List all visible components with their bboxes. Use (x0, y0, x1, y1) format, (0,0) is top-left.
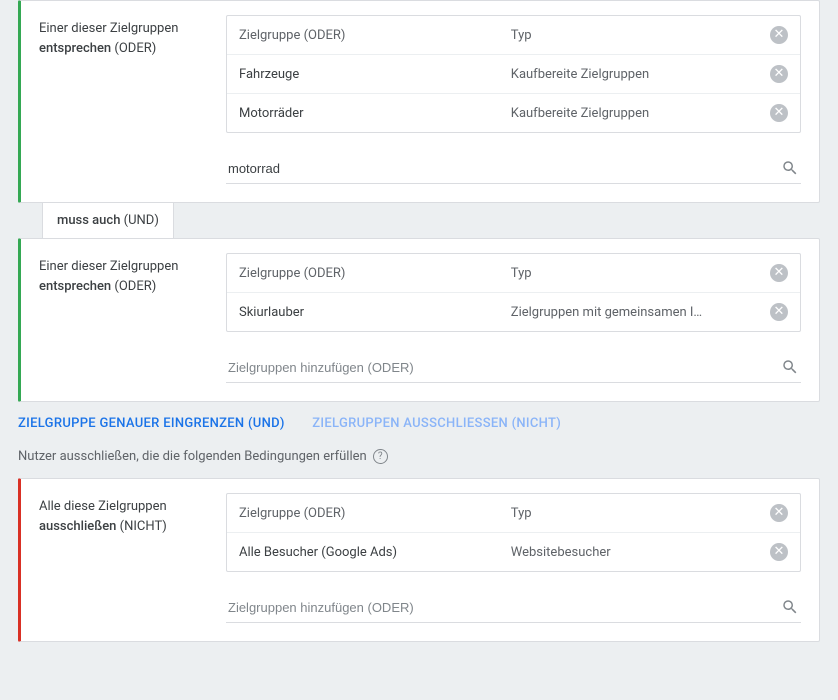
text-bold: entsprechen (39, 279, 111, 294)
exclude-label-text: Nutzer ausschließen, die die folgenden B… (18, 449, 367, 464)
remove-all-icon[interactable]: ✕ (770, 264, 788, 282)
table-header-row: Zielgruppe (ODER) Typ ✕ (227, 254, 800, 293)
table-row: Fahrzeuge Kaufbereite Zielgruppen ✕ (227, 55, 800, 94)
table-row: Skiurlauber Zielgruppen mit gemeinsamen … (227, 293, 800, 331)
audience-table: Zielgruppe (ODER) Typ ✕ Fahrzeuge Kaufbe… (226, 15, 801, 133)
help-icon[interactable]: ? (373, 449, 388, 464)
audience-include-card-1: Einer dieser Zielgruppen entsprechen (OD… (18, 0, 820, 203)
audience-search-input[interactable] (228, 161, 781, 176)
header-type: Typ (511, 506, 770, 521)
header-type: Typ (511, 28, 770, 43)
audience-exclude-card: Alle diese Zielgruppen ausschließen (NIC… (18, 478, 820, 642)
remove-all-icon[interactable]: ✕ (770, 504, 788, 522)
card-description: Alle diese Zielgruppen ausschließen (NIC… (21, 479, 216, 641)
cell-audience: Skiurlauber (239, 305, 511, 320)
cell-type: Zielgruppen mit gemeinsamen I… (511, 305, 770, 320)
and-connector: muss auch (UND) (18, 203, 820, 238)
search-row[interactable] (226, 155, 801, 184)
text: Alle diese Zielgruppen (39, 499, 167, 514)
card-body: Zielgruppe (ODER) Typ ✕ Skiurlauber Ziel… (216, 239, 819, 401)
audience-table: Zielgruppe (ODER) Typ ✕ Skiurlauber Ziel… (226, 253, 801, 332)
table-row: Alle Besucher (Google Ads) Websitebesuch… (227, 533, 800, 571)
remove-row-icon[interactable]: ✕ (770, 104, 788, 122)
text-suffix: (NICHT) (116, 519, 166, 534)
search-icon (781, 159, 799, 177)
card-body: Zielgruppe (ODER) Typ ✕ Alle Besucher (G… (216, 479, 819, 641)
search-row[interactable] (226, 354, 801, 383)
connector-suffix: (UND) (120, 213, 158, 228)
text-bold: entsprechen (39, 41, 111, 56)
table-header-row: Zielgruppe (ODER) Typ ✕ (227, 16, 800, 55)
text-suffix: (ODER) (111, 41, 156, 56)
card-body: Zielgruppe (ODER) Typ ✕ Fahrzeuge Kaufbe… (216, 1, 819, 202)
connector-bold: muss auch (57, 213, 120, 228)
exclude-section-label: Nutzer ausschließen, die die folgenden B… (18, 449, 820, 464)
narrow-audience-button[interactable]: ZIELGRUPPE GENAUER EINGRENZEN (UND) (18, 416, 285, 431)
cell-audience: Fahrzeuge (239, 67, 511, 82)
action-links: ZIELGRUPPE GENAUER EINGRENZEN (UND) ZIEL… (18, 416, 820, 431)
audience-table: Zielgruppe (ODER) Typ ✕ Alle Besucher (G… (226, 493, 801, 572)
card-description: Einer dieser Zielgruppen entsprechen (OD… (21, 1, 216, 202)
audience-search-input[interactable] (228, 600, 781, 615)
search-row[interactable] (226, 594, 801, 623)
header-audience: Zielgruppe (ODER) (239, 506, 511, 521)
table-row: Motorräder Kaufbereite Zielgruppen ✕ (227, 94, 800, 132)
text: Einer dieser Zielgruppen (39, 21, 178, 36)
audience-include-card-2: Einer dieser Zielgruppen entsprechen (OD… (18, 238, 820, 402)
search-icon (781, 358, 799, 376)
remove-all-icon[interactable]: ✕ (770, 26, 788, 44)
exclude-audience-button[interactable]: ZIELGRUPPEN AUSSCHLIESSEN (NICHT) (312, 416, 561, 431)
text-suffix: (ODER) (111, 279, 156, 294)
text-bold: ausschließen (39, 519, 116, 534)
cell-type: Kaufbereite Zielgruppen (511, 67, 770, 82)
card-description: Einer dieser Zielgruppen entsprechen (OD… (21, 239, 216, 401)
text: Einer dieser Zielgruppen (39, 259, 178, 274)
audience-search-input[interactable] (228, 360, 781, 375)
cell-audience: Motorräder (239, 106, 511, 121)
search-icon (781, 598, 799, 616)
header-audience: Zielgruppe (ODER) (239, 266, 511, 281)
cell-audience: Alle Besucher (Google Ads) (239, 545, 511, 560)
header-audience: Zielgruppe (ODER) (239, 28, 511, 43)
remove-row-icon[interactable]: ✕ (770, 65, 788, 83)
table-header-row: Zielgruppe (ODER) Typ ✕ (227, 494, 800, 533)
cell-type: Kaufbereite Zielgruppen (511, 106, 770, 121)
header-type: Typ (511, 266, 770, 281)
remove-row-icon[interactable]: ✕ (770, 303, 788, 321)
remove-row-icon[interactable]: ✕ (770, 543, 788, 561)
cell-type: Websitebesucher (511, 545, 770, 560)
